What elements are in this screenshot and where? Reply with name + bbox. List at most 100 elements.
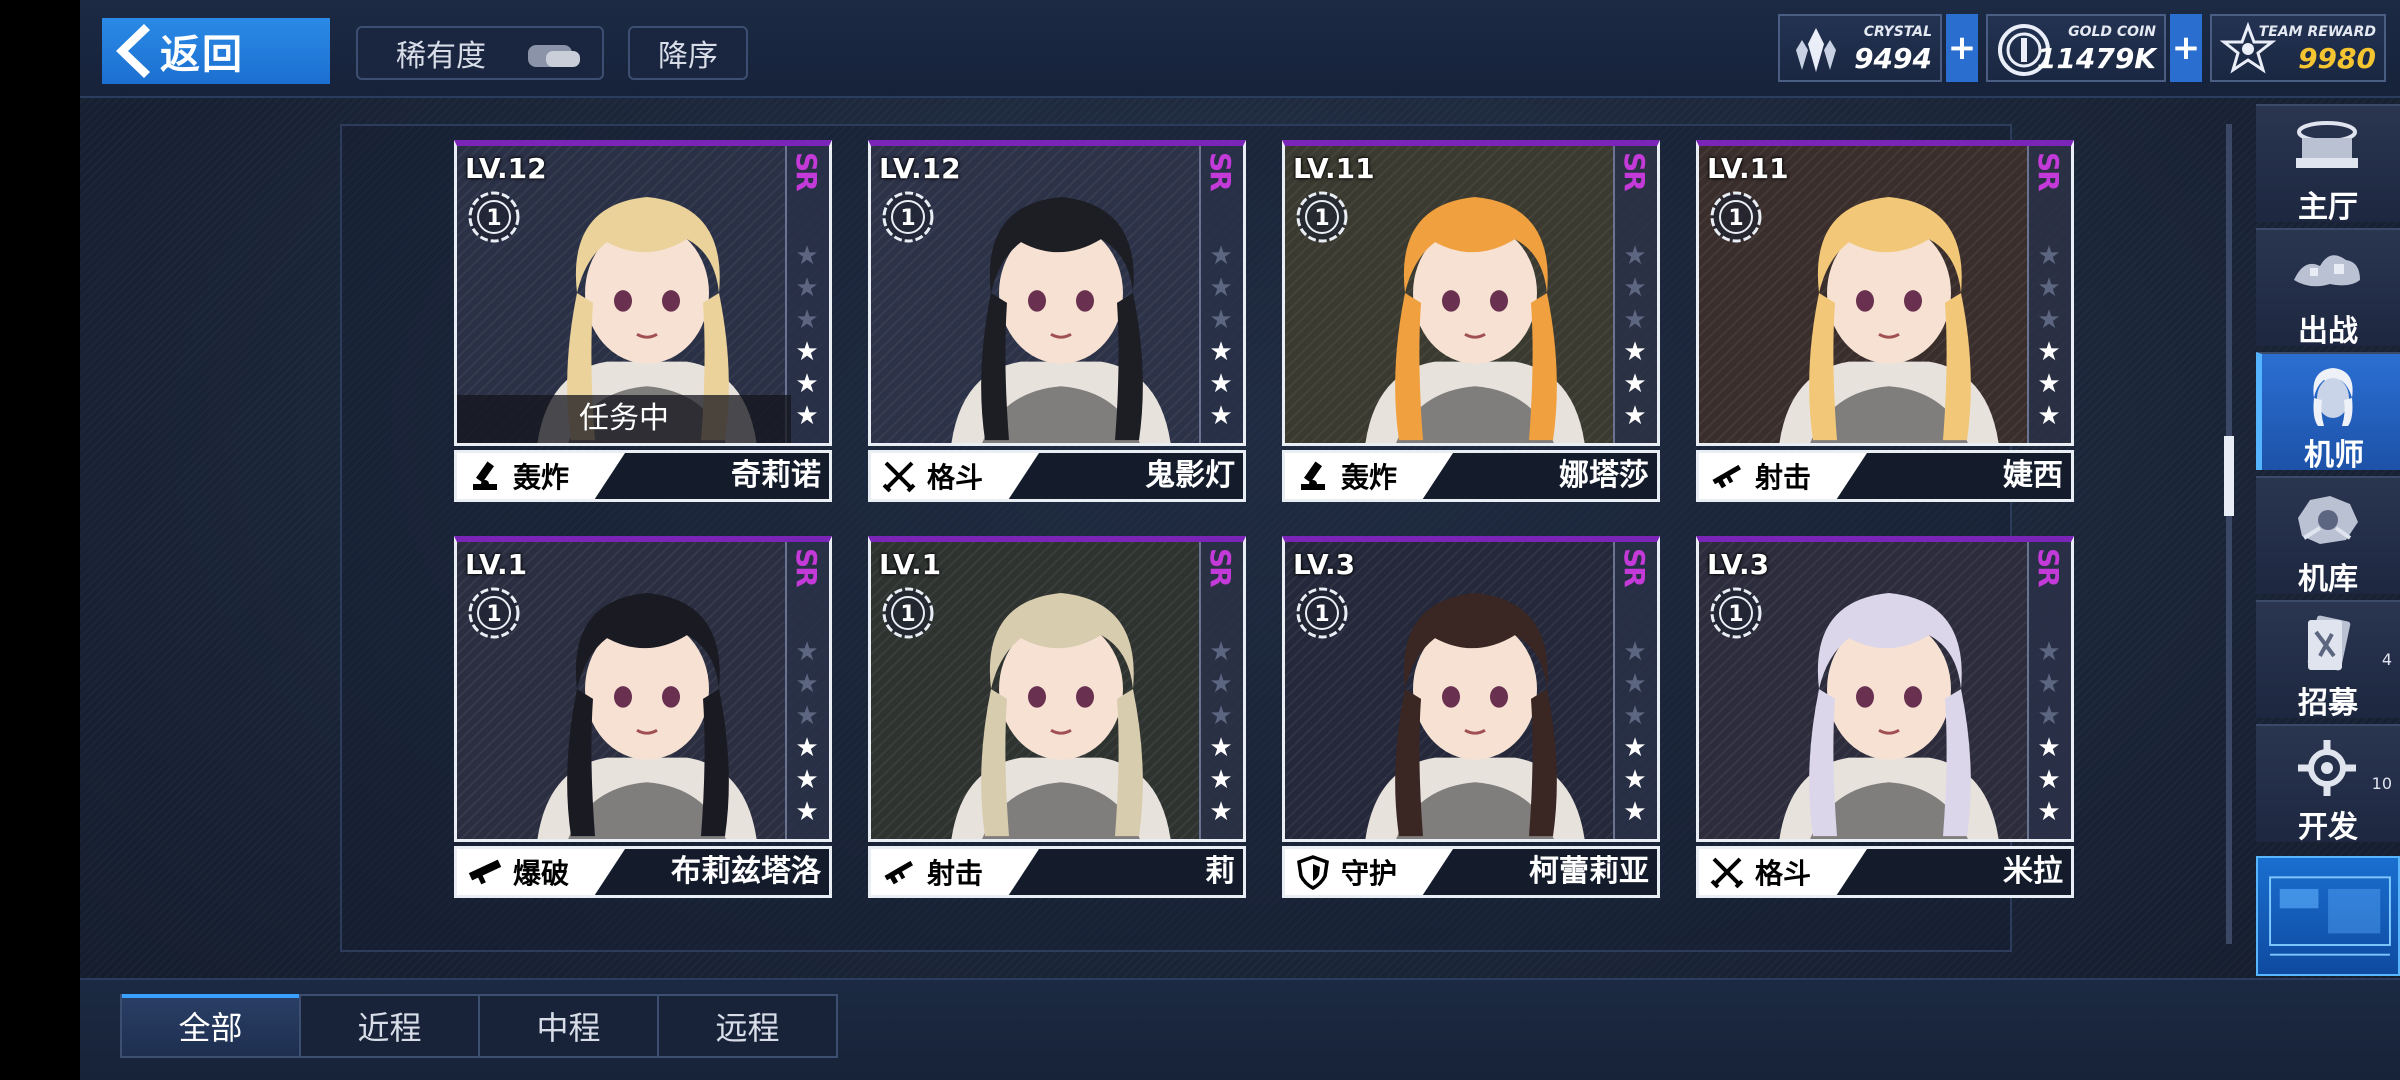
nav-item-sortie[interactable]: 出战: [2256, 228, 2400, 349]
pilot-role-label: 射击: [1755, 461, 1812, 494]
plus-icon: +: [1947, 28, 1977, 68]
star-empty-icon: ★: [1623, 241, 1647, 271]
pilot-role-tag: 格斗: [1699, 849, 1867, 895]
pilot-role-tag: 轰炸: [1285, 453, 1453, 499]
nav-item-hangar[interactable]: 机库: [2256, 476, 2400, 597]
rifle-icon: [1709, 458, 1745, 494]
nav-item-pilot[interactable]: 机师: [2256, 352, 2400, 473]
pilot-portrait: SR ★ ★ ★ ★ ★ ★ LV.1 1: [868, 536, 1246, 842]
star-filled-icon: ★: [2037, 733, 2061, 763]
pilot-name: 米拉: [2003, 854, 2063, 889]
rarity-label: SR: [2032, 548, 2065, 586]
pilot-info-bar: 轰炸 娜塔莎: [1282, 450, 1660, 502]
shield-icon: [1295, 854, 1331, 890]
pilot-card[interactable]: SR ★ ★ ★ ★ ★ ★ LV.3 1 格斗 米拉: [1696, 536, 2074, 901]
main-hall-icon: [2290, 116, 2364, 180]
rank-badge-icon: 1: [1709, 190, 1763, 244]
star-filled-icon: ★: [1209, 369, 1233, 399]
star-rating: ★ ★ ★ ★ ★ ★: [1207, 240, 1235, 432]
nav-label: 出战: [2298, 314, 2358, 349]
pilot-info-bar: 射击 莉: [868, 846, 1246, 898]
pilot-portrait: SR ★ ★ ★ ★ ★ ★ LV.3 1: [1282, 536, 1660, 842]
nav-item-main-hall[interactable]: 主厅: [2256, 104, 2400, 225]
pilot-portrait: SR ★ ★ ★ ★ ★ ★ LV.12 1: [868, 140, 1246, 446]
star-filled-icon: ★: [1623, 401, 1647, 431]
pilot-role-label: 格斗: [1755, 857, 1812, 890]
rank-value: 1: [1314, 206, 1329, 231]
nav-label: 机库: [2298, 562, 2358, 597]
star-rating: ★ ★ ★ ★ ★ ★: [2035, 636, 2063, 828]
rank-badge-icon: 1: [1709, 586, 1763, 640]
sortie-icon: [2290, 240, 2364, 304]
rank-badge-icon: 1: [881, 586, 935, 640]
tab-range-0[interactable]: 全部: [122, 994, 301, 1056]
rarity-sort-button[interactable]: 稀有度: [356, 26, 604, 80]
pilot-card[interactable]: SR ★ ★ ★ ★ ★ ★ LV.11 1 射击 婕西: [1696, 140, 2074, 505]
top-bar: 返回 稀有度 降序 CRYSTAL 9494 + GOLD COIN 11479…: [80, 0, 2400, 98]
nav-banner-image[interactable]: [2256, 856, 2400, 976]
add-gold-button[interactable]: +: [2170, 14, 2202, 82]
star-filled-icon: ★: [2037, 369, 2061, 399]
nav-item-develop[interactable]: 10 开发: [2256, 724, 2400, 845]
scrollbar-track[interactable]: [2226, 124, 2232, 944]
mortar-icon: [467, 458, 503, 494]
add-crystal-button[interactable]: +: [1946, 14, 1978, 82]
star-filled-icon: ★: [795, 733, 819, 763]
tab-range-3[interactable]: 远程: [659, 996, 836, 1056]
crossed-swords-icon: [881, 458, 917, 494]
crystal-value: 9494: [1854, 42, 1932, 75]
sort-order-button[interactable]: 降序: [628, 26, 748, 80]
pilot-role-label: 轰炸: [513, 461, 570, 494]
rarity-label: SR: [1618, 152, 1651, 190]
star-rating: ★ ★ ★ ★ ★ ★: [1207, 636, 1235, 828]
back-button[interactable]: 返回: [102, 18, 330, 84]
star-empty-icon: ★: [2037, 273, 2061, 303]
star-empty-icon: ★: [795, 701, 819, 731]
pilot-level: LV.12: [879, 152, 961, 185]
star-empty-icon: ★: [795, 305, 819, 335]
pilot-role-tag: 爆破: [457, 849, 625, 895]
scrollbar-thumb[interactable]: [2224, 436, 2234, 516]
back-label: 返回: [160, 32, 244, 78]
rank-value: 1: [1728, 602, 1743, 627]
recruit-icon: [2290, 612, 2364, 676]
rarity-strip: SR ★ ★ ★ ★ ★ ★: [2027, 542, 2071, 839]
star-rating: ★ ★ ★ ★ ★ ★: [1621, 636, 1649, 828]
pilot-info-bar: 格斗 米拉: [1696, 846, 2074, 898]
star-empty-icon: ★: [795, 669, 819, 699]
star-empty-icon: ★: [2037, 637, 2061, 667]
rarity-label: SR: [1204, 152, 1237, 190]
pilot-portrait: SR ★ ★ ★ ★ ★ ★ LV.1 1: [454, 536, 832, 842]
pilot-card[interactable]: SR ★ ★ ★ ★ ★ ★ LV.12 1 任务中 轰炸 奇莉诺: [454, 140, 832, 505]
rifle-icon: [881, 854, 917, 890]
nav-item-recruit[interactable]: 4 招募: [2256, 600, 2400, 721]
nav-label: 开发: [2298, 810, 2358, 845]
nav-label: 主厅: [2298, 190, 2358, 225]
star-empty-icon: ★: [2037, 241, 2061, 271]
pilot-portrait: SR ★ ★ ★ ★ ★ ★ LV.11 1: [1282, 140, 1660, 446]
pilot-info-bar: 格斗 鬼影灯: [868, 450, 1246, 502]
pilot-card[interactable]: SR ★ ★ ★ ★ ★ ★ LV.1 1 射击莉: [868, 536, 1246, 901]
rarity-strip: SR ★ ★ ★ ★ ★ ★: [1613, 146, 1657, 443]
pilot-card[interactable]: SR ★ ★ ★ ★ ★ ★ LV.1 1 爆破 布莉兹塔洛: [454, 536, 832, 901]
rarity-strip: SR ★ ★ ★ ★ ★ ★: [1199, 146, 1243, 443]
rarity-strip: SR ★ ★ ★ ★ ★ ★: [1613, 542, 1657, 839]
star-filled-icon: ★: [2037, 765, 2061, 795]
star-empty-icon: ★: [795, 273, 819, 303]
pilot-level: LV.12: [465, 152, 547, 185]
pilot-card[interactable]: SR ★ ★ ★ ★ ★ ★ LV.12 1 格斗 鬼影灯: [868, 140, 1246, 505]
star-empty-icon: ★: [1209, 305, 1233, 335]
star-filled-icon: ★: [795, 401, 819, 431]
tab-range-2[interactable]: 中程: [480, 996, 659, 1056]
pilot-card[interactable]: SR ★ ★ ★ ★ ★ ★ LV.11 1 轰炸 娜塔莎: [1282, 140, 1660, 505]
pilot-card[interactable]: SR ★ ★ ★ ★ ★ ★ LV.3 1 守护 柯蕾莉亚: [1282, 536, 1660, 901]
crossed-swords-icon: [1709, 854, 1745, 890]
pilot-role-tag: 轰炸: [457, 453, 625, 499]
rank-value: 1: [900, 206, 915, 231]
pilot-role-tag: 射击: [1699, 453, 1867, 499]
rank-value: 1: [1314, 602, 1329, 627]
rank-badge-icon: 1: [467, 586, 521, 640]
pilot-info-bar: 守护 柯蕾莉亚: [1282, 846, 1660, 898]
tab-range-1[interactable]: 近程: [301, 996, 480, 1056]
pilot-name: 娜塔莎: [1559, 458, 1649, 493]
